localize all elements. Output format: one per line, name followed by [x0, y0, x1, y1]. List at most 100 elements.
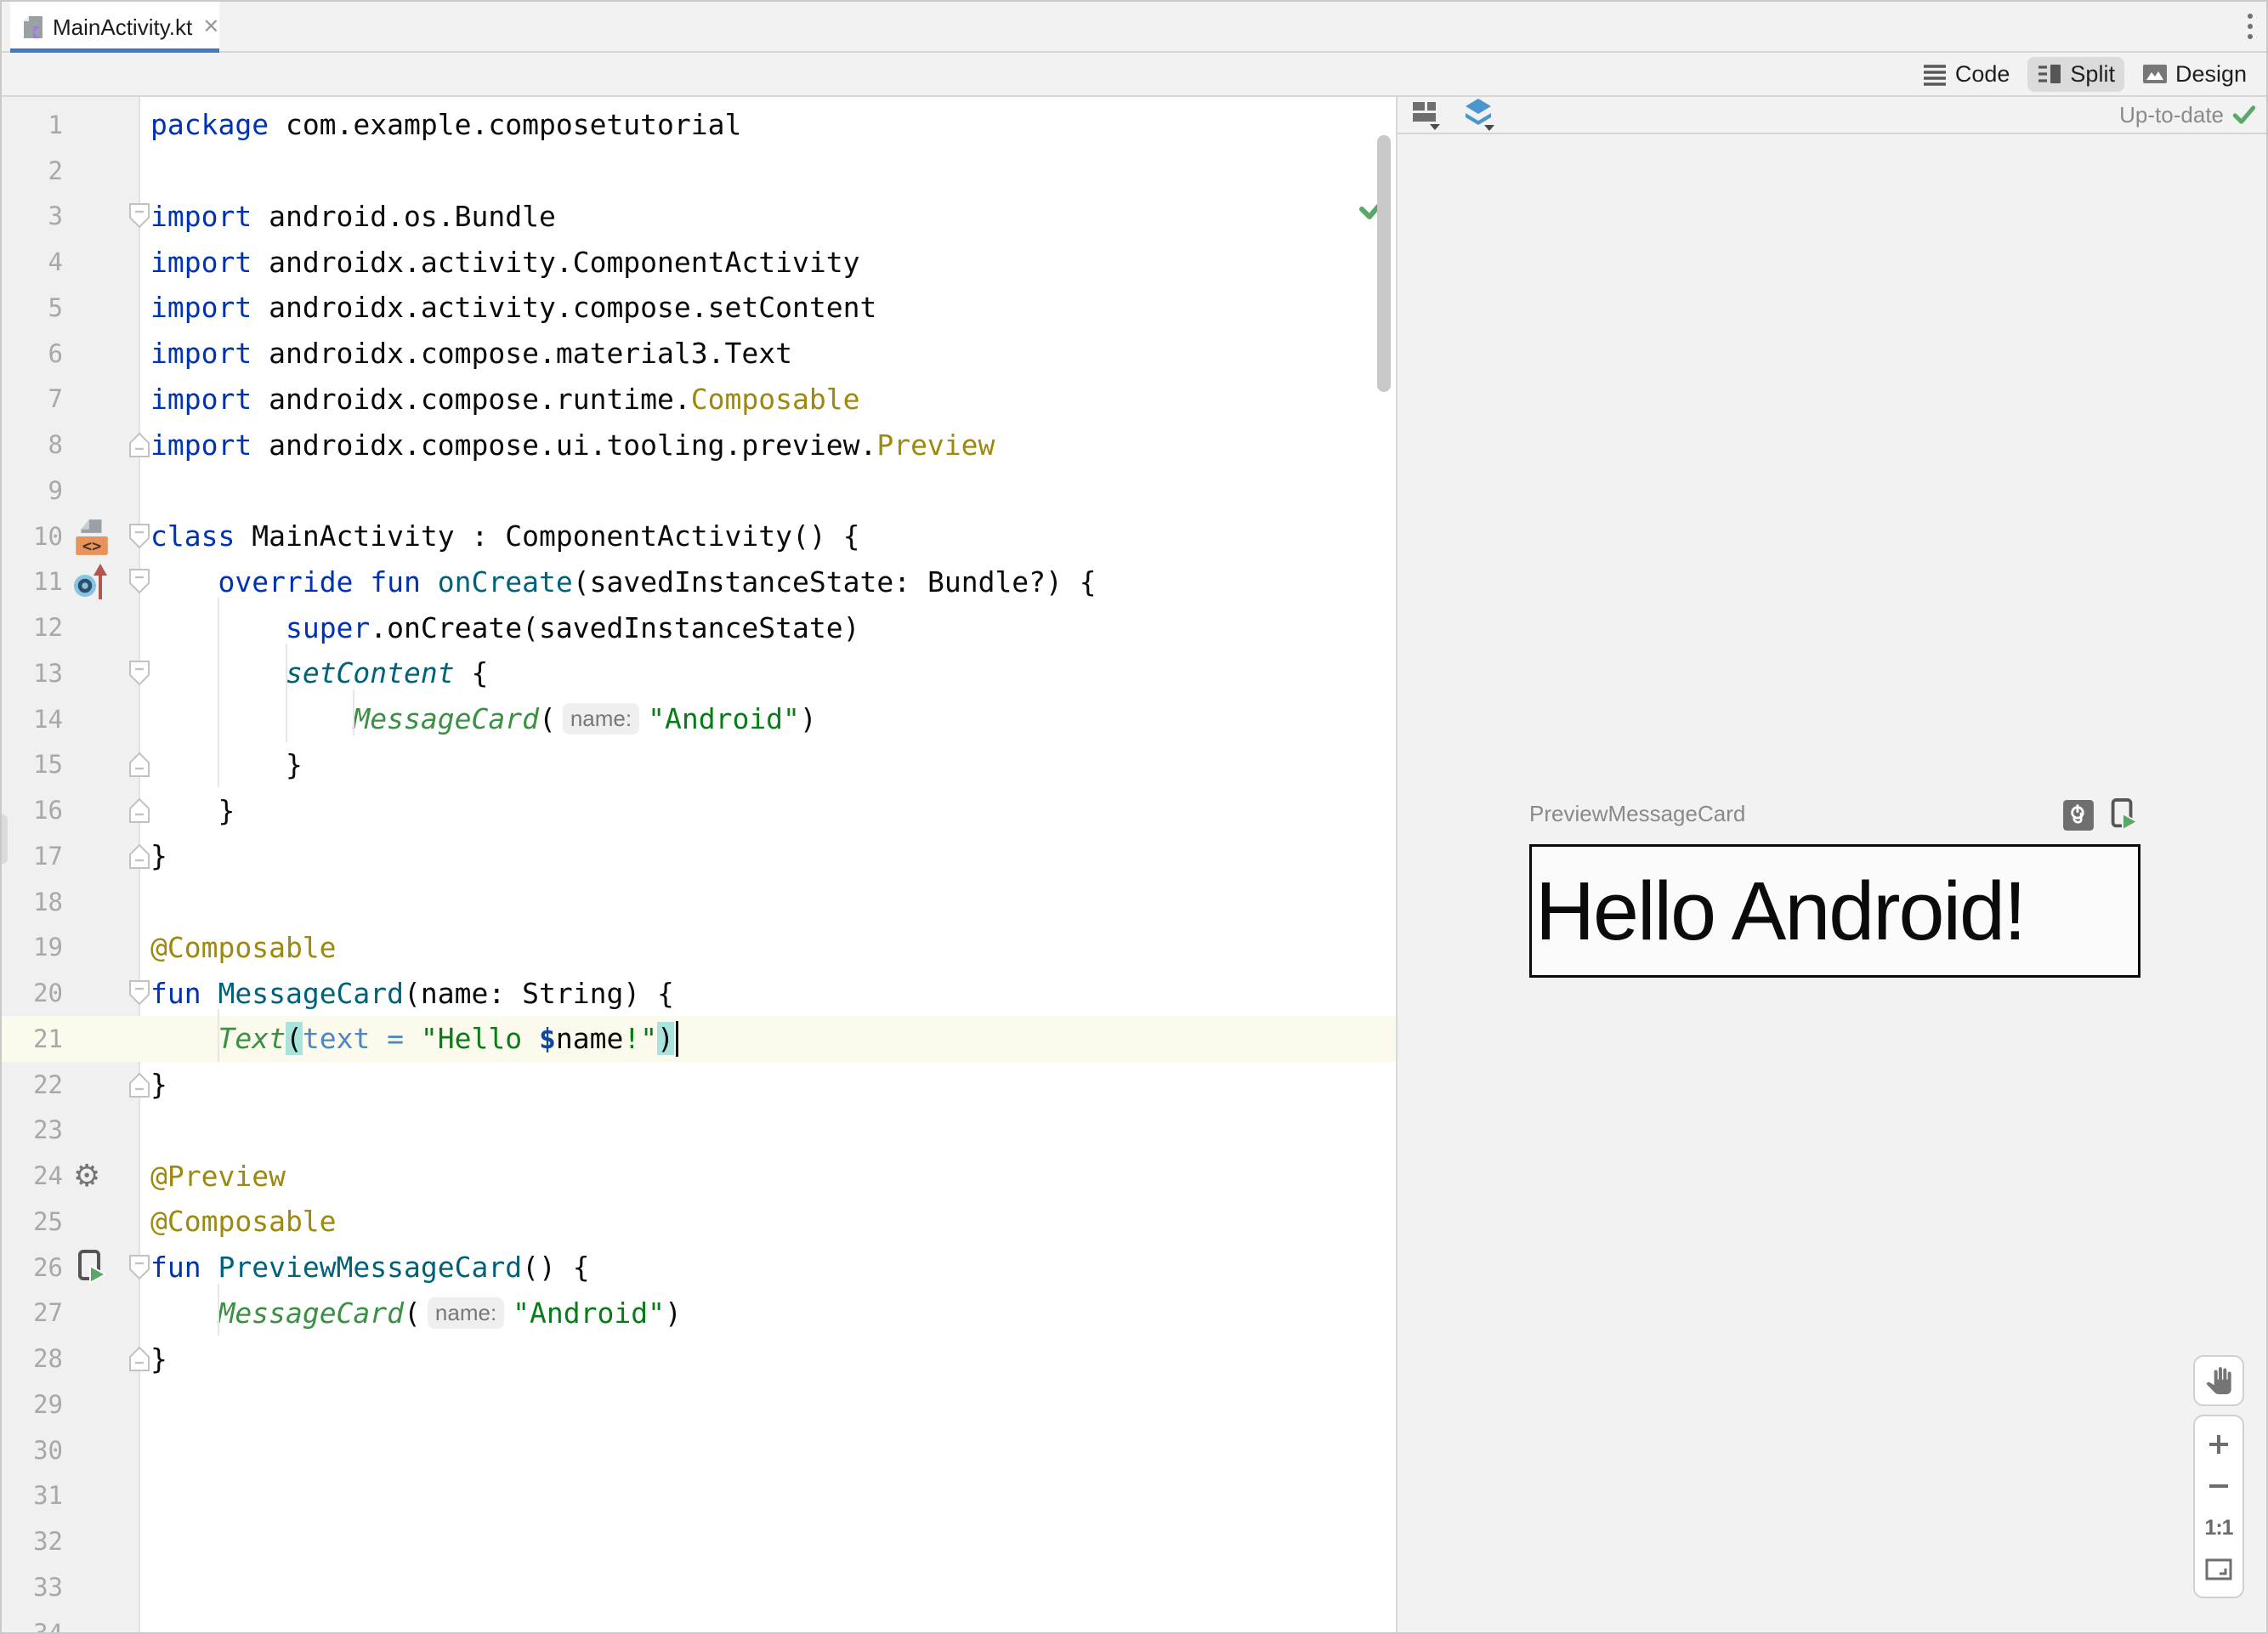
code-line-12[interactable]: 12 super.onCreate(savedInstanceState)	[2, 604, 1396, 650]
line-number: 31	[2, 1473, 63, 1519]
code-line-2[interactable]: 2	[2, 148, 1396, 194]
token: setContent	[286, 656, 455, 689]
line-number: 10	[2, 513, 63, 559]
token: override	[218, 565, 353, 599]
view-mode-code[interactable]: Code	[1913, 57, 2020, 92]
code-line-10[interactable]: 10<>class MainActivity : ComponentActivi…	[2, 513, 1396, 559]
override-gutter-icon[interactable]	[73, 562, 122, 601]
token: MessageCard	[353, 702, 539, 735]
code-line-4[interactable]: 4import androidx.activity.ComponentActiv…	[2, 239, 1396, 285]
code-text: @Composable	[150, 925, 337, 971]
code-line-1[interactable]: 1package com.example.composetutorial	[2, 102, 1396, 148]
line-number: 11	[2, 559, 63, 605]
code-text: super.onCreate(savedInstanceState)	[150, 604, 859, 650]
code-line-3[interactable]: 3import android.os.Bundle	[2, 194, 1396, 240]
code-line-17[interactable]: 17}	[2, 833, 1396, 879]
zoom-in-button[interactable]	[2195, 1433, 2242, 1456]
fold-down-icon[interactable]	[128, 660, 151, 687]
device-run-gutter-icon[interactable]	[73, 1249, 122, 1286]
code-line-6[interactable]: 6import androidx.compose.material3.Text	[2, 331, 1396, 377]
token: androidx.activity.ComponentActivity	[252, 246, 859, 279]
android-studio-window: MainActivity.kt ✕ Code	[0, 0, 2268, 1634]
line-number: 14	[2, 696, 63, 742]
token: (	[539, 702, 556, 735]
zoom-out-button[interactable]	[2195, 1474, 2242, 1498]
kebab-menu-icon[interactable]	[2248, 14, 2253, 39]
token: fun	[370, 565, 421, 599]
view-mode-design[interactable]: Design	[2133, 57, 2256, 92]
fold-down-icon[interactable]	[128, 568, 151, 595]
code-line-16[interactable]: 16 }	[2, 787, 1396, 833]
tab-mainactivity[interactable]: MainActivity.kt ✕	[10, 2, 219, 53]
fold-down-icon[interactable]	[128, 979, 151, 1007]
line-number: 5	[2, 285, 63, 331]
code-line-9[interactable]: 9	[2, 468, 1396, 513]
code-line-28[interactable]: 28}	[2, 1336, 1396, 1382]
token: !"	[623, 1022, 657, 1055]
pan-tool-button[interactable]	[2193, 1355, 2244, 1406]
gear-gutter-icon[interactable]: ⚙	[73, 1160, 122, 1191]
fold-down-icon[interactable]	[128, 202, 151, 230]
fold-up-icon[interactable]	[128, 843, 151, 870]
code-line-33[interactable]: 33	[2, 1564, 1396, 1610]
fold-down-icon[interactable]	[128, 523, 151, 550]
fold-up-icon[interactable]	[128, 1071, 151, 1098]
view-mode-bar: Code Split Design	[2, 53, 2266, 97]
code-line-27[interactable]: 27 MessageCard(name:"Android")	[2, 1291, 1396, 1336]
token: PreviewMessageCard	[218, 1251, 522, 1284]
code-line-20[interactable]: 20fun MessageCard(name: String) {	[2, 970, 1396, 1016]
code-text: import androidx.compose.material3.Text	[150, 331, 792, 377]
fold-down-icon[interactable]	[128, 1254, 151, 1281]
view-mode-split[interactable]: Split	[2027, 57, 2124, 92]
code-line-25[interactable]: 25@Composable	[2, 1199, 1396, 1245]
view-mode-label: Split	[2070, 61, 2115, 88]
tool-window-handle[interactable]	[2, 814, 8, 864]
token: }	[150, 748, 303, 781]
fold-up-icon[interactable]	[128, 751, 151, 778]
fold-up-icon[interactable]	[128, 1345, 151, 1372]
code-line-32[interactable]: 32	[2, 1518, 1396, 1564]
code-line-18[interactable]: 18	[2, 879, 1396, 925]
android-class-gutter-icon[interactable]: <>	[73, 516, 122, 557]
code-editor[interactable]: 1package com.example.composetutorial23im…	[2, 97, 1396, 1634]
code-line-31[interactable]: 31	[2, 1473, 1396, 1519]
code-line-24[interactable]: 24⚙@Preview	[2, 1153, 1396, 1199]
preview-canvas[interactable]: Hello Android!	[1529, 844, 2140, 978]
zoom-actual-size-button[interactable]: 1:1	[2195, 1516, 2242, 1540]
code-line-23[interactable]: 23	[2, 1108, 1396, 1154]
code-line-8[interactable]: 8import androidx.compose.ui.tooling.prev…	[2, 422, 1396, 468]
code-text: }	[150, 1336, 167, 1382]
token: android.os.Bundle	[252, 200, 556, 233]
code-line-7[interactable]: 7import androidx.compose.runtime.Composa…	[2, 377, 1396, 423]
code-line-13[interactable]: 13 setContent {	[2, 650, 1396, 696]
grid-view-icon[interactable]	[1411, 99, 1445, 131]
fold-up-icon[interactable]	[128, 797, 151, 824]
line-number: 1	[2, 102, 63, 148]
code-line-19[interactable]: 19@Composable	[2, 925, 1396, 971]
layers-icon[interactable]	[1462, 97, 1498, 133]
interactive-preview-icon[interactable]	[2062, 799, 2095, 831]
code-line-29[interactable]: 29	[2, 1382, 1396, 1427]
line-number: 7	[2, 377, 63, 423]
zoom-to-fit-button[interactable]	[2195, 1558, 2242, 1580]
close-icon[interactable]: ✕	[202, 17, 219, 37]
token	[201, 1251, 218, 1284]
code-line-30[interactable]: 30	[2, 1427, 1396, 1473]
token	[353, 565, 370, 599]
code-text: MessageCard(name:"Android")	[150, 1291, 682, 1336]
kotlin-file-icon	[22, 14, 44, 40]
code-line-21[interactable]: 21 Text(text = "Hello $name!")	[2, 1016, 1396, 1062]
code-line-22[interactable]: 22}	[2, 1062, 1396, 1108]
token: @Composable	[150, 931, 337, 964]
line-number: 9	[2, 468, 63, 513]
fold-up-icon[interactable]	[128, 431, 151, 458]
code-line-26[interactable]: 26fun PreviewMessageCard() {	[2, 1245, 1396, 1291]
code-line-15[interactable]: 15 }	[2, 742, 1396, 788]
code-line-11[interactable]: 11 override fun onCreate(savedInstanceSt…	[2, 559, 1396, 605]
editor-scrollbar[interactable]	[1377, 135, 1391, 392]
code-line-5[interactable]: 5import androidx.activity.compose.setCon…	[2, 285, 1396, 331]
code-line-34[interactable]: 34	[2, 1610, 1396, 1634]
run-preview-on-device-icon[interactable]	[2106, 797, 2139, 833]
code-text: }	[150, 1062, 167, 1108]
code-line-14[interactable]: 14 MessageCard(name:"Android")	[2, 696, 1396, 742]
